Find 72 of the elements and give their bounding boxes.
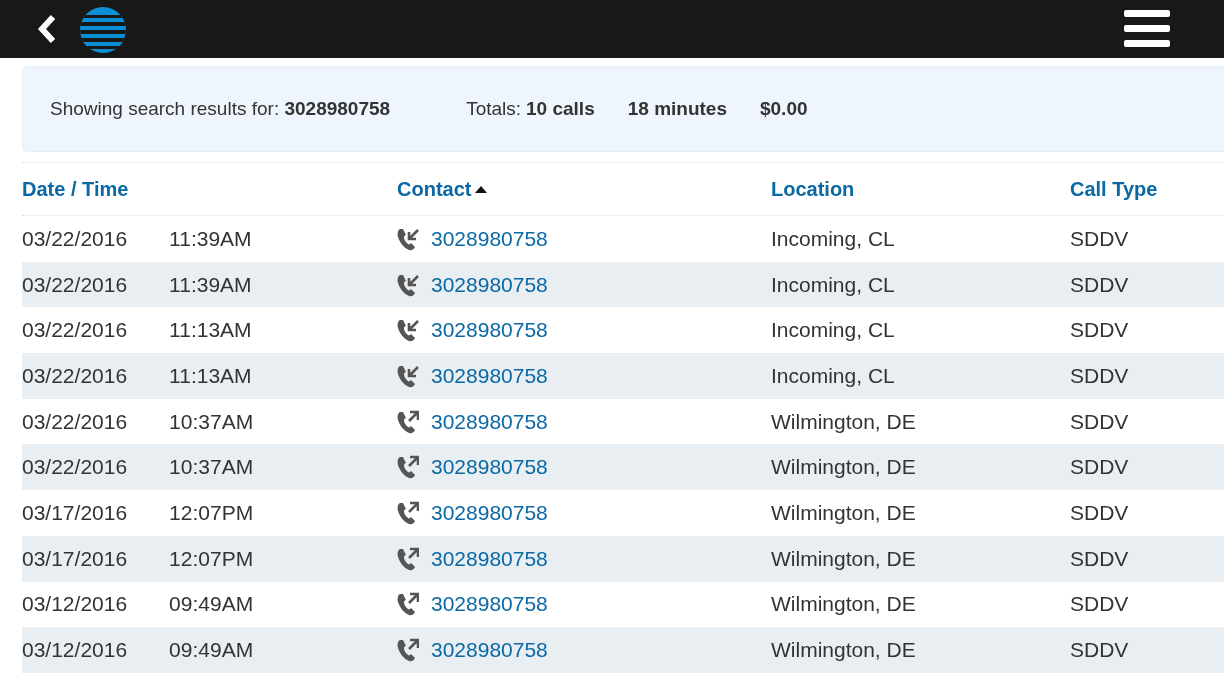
time-cell: 09:49AM	[169, 638, 254, 663]
menu-icon[interactable]	[1124, 9, 1170, 49]
date-cell: 03/17/2016	[22, 546, 128, 571]
cost-total: $0.00	[760, 98, 808, 120]
outgoing-call-icon	[397, 409, 419, 434]
sort-ascending-icon[interactable]	[475, 185, 488, 193]
outgoing-call-icon	[397, 638, 419, 663]
call-type-cell: SDDV	[1070, 546, 1129, 570]
time-cell: 11:39AM	[169, 226, 252, 251]
time-cell: 11:13AM	[169, 363, 252, 388]
calls-total: 10 calls	[526, 98, 595, 120]
time-cell: 10:37AM	[169, 455, 254, 480]
outgoing-call-icon	[397, 592, 419, 617]
date-cell: 03/12/2016	[22, 592, 128, 617]
contact-link[interactable]: 3028980758	[431, 363, 548, 388]
time-cell: 09:49AM	[169, 592, 254, 617]
column-header[interactable]: Call Type	[1070, 177, 1158, 201]
time-cell: 10:37AM	[169, 409, 254, 434]
call-type-cell: SDDV	[1070, 500, 1129, 524]
call-type-cell: SDDV	[1070, 226, 1129, 250]
location-cell: Wilmington, DE	[771, 500, 916, 524]
incoming-call-icon	[397, 226, 419, 251]
location-cell: Wilmington, DE	[771, 409, 916, 433]
column-header[interactable]: Location	[771, 177, 855, 201]
location-cell: Incoming, CL	[771, 226, 895, 250]
time-cell: 11:13AM	[169, 318, 252, 343]
location-cell: Incoming, CL	[771, 318, 895, 342]
location-cell: Incoming, CL	[771, 363, 895, 387]
incoming-call-icon	[397, 318, 419, 343]
date-cell: 03/17/2016	[22, 500, 128, 525]
location-cell: Incoming, CL	[771, 272, 895, 296]
date-cell: 03/22/2016	[22, 226, 128, 251]
incoming-call-icon	[397, 272, 419, 297]
time-cell: 11:39AM	[169, 272, 252, 297]
column-header[interactable]: Contact	[397, 177, 472, 201]
call-type-cell: SDDV	[1070, 455, 1129, 479]
date-cell: 03/12/2016	[22, 638, 128, 663]
search-summary: Showing search results for: 3028980758	[50, 98, 391, 120]
outgoing-call-icon	[397, 546, 419, 571]
call-type-cell: SDDV	[1070, 638, 1129, 662]
time-cell: 12:07PM	[169, 546, 254, 571]
contact-link[interactable]: 3028980758	[431, 638, 548, 663]
location-cell: Wilmington, DE	[771, 546, 916, 570]
call-type-cell: SDDV	[1070, 592, 1129, 616]
call-type-cell: SDDV	[1070, 272, 1129, 296]
contact-link[interactable]: 3028980758	[431, 409, 548, 434]
column-header[interactable]: Date / Time	[22, 177, 129, 201]
date-cell: 03/22/2016	[22, 318, 128, 343]
date-cell: 03/22/2016	[22, 363, 128, 388]
location-cell: Wilmington, DE	[771, 638, 916, 662]
contact-link[interactable]: 3028980758	[431, 455, 548, 480]
minutes-total: 18 minutes	[627, 98, 727, 120]
back-icon[interactable]	[36, 14, 58, 44]
date-cell: 03/22/2016	[22, 455, 128, 480]
call-type-cell: SDDV	[1070, 318, 1129, 342]
contact-link[interactable]: 3028980758	[431, 500, 548, 525]
call-type-cell: SDDV	[1070, 363, 1129, 387]
location-cell: Wilmington, DE	[771, 592, 916, 616]
date-cell: 03/22/2016	[22, 272, 128, 297]
location-cell: Wilmington, DE	[771, 455, 916, 479]
time-cell: 12:07PM	[169, 500, 254, 525]
call-type-cell: SDDV	[1070, 409, 1129, 433]
date-cell: 03/22/2016	[22, 409, 128, 434]
outgoing-call-icon	[397, 455, 419, 480]
contact-link[interactable]: 3028980758	[431, 318, 548, 343]
contact-link[interactable]: 3028980758	[431, 226, 548, 251]
contact-link[interactable]: 3028980758	[431, 546, 548, 571]
outgoing-call-icon	[397, 500, 419, 525]
totals-label: Totals:	[466, 98, 522, 120]
contact-link[interactable]: 3028980758	[431, 592, 548, 617]
contact-link[interactable]: 3028980758	[431, 272, 548, 297]
incoming-call-icon	[397, 363, 419, 388]
